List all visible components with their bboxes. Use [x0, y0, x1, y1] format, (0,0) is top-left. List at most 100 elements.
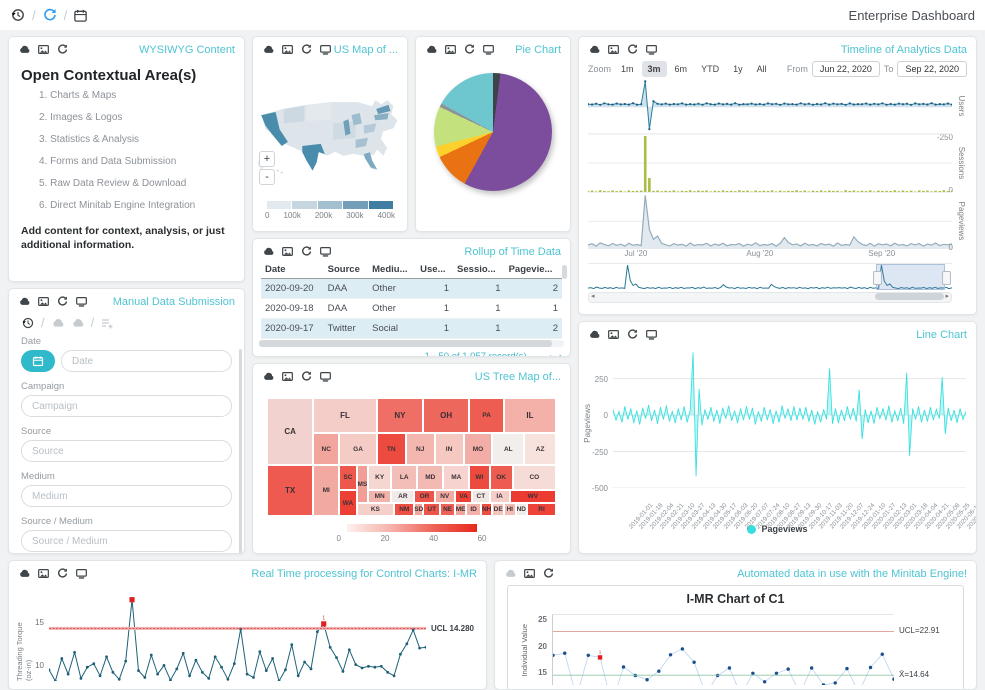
cloud-download-icon[interactable] — [71, 316, 85, 330]
panel-title[interactable]: Timeline of Analytics Data — [841, 44, 967, 56]
cloud-icon[interactable] — [262, 245, 275, 258]
navigator-right-handle[interactable] — [942, 271, 951, 285]
timeline-scrollbar[interactable]: ◂ ▸ — [588, 292, 952, 303]
treemap-tile-mo[interactable]: MO — [464, 433, 493, 465]
monitor-icon[interactable] — [645, 43, 658, 56]
zoom-button-all[interactable]: All — [751, 61, 773, 77]
treemap-tile-oh[interactable]: OH — [423, 398, 469, 433]
form-scrollbar[interactable] — [239, 349, 242, 554]
zoom-button-6m[interactable]: 6m — [669, 61, 694, 77]
monitor-icon[interactable] — [319, 370, 332, 383]
image-icon[interactable] — [281, 43, 294, 56]
image-icon[interactable] — [281, 370, 294, 383]
treemap-tile-in[interactable]: IN — [435, 433, 464, 465]
treemap-tile-ks[interactable]: KS — [357, 503, 395, 516]
treemap-tile-mn[interactable]: MN — [368, 490, 391, 503]
cloud-icon[interactable] — [504, 567, 517, 580]
treemap-tile-ma[interactable]: MA — [443, 465, 469, 490]
from-date-input[interactable]: Jun 22, 2020 — [812, 61, 880, 77]
treemap-tile-tn[interactable]: TN — [377, 433, 406, 465]
scroll-right-icon[interactable]: ▸ — [945, 292, 949, 301]
panel-title[interactable]: Automated data in use with the Minitab E… — [737, 568, 967, 580]
treemap-tile-ar[interactable]: AR — [391, 490, 414, 503]
map-zoom-in-button[interactable]: + — [259, 151, 275, 167]
monitor-icon[interactable] — [482, 43, 495, 56]
refresh-icon[interactable] — [300, 43, 313, 56]
treemap-tile-wi[interactable]: WI — [469, 465, 489, 490]
cloud-icon[interactable] — [425, 43, 438, 56]
source-medium-input[interactable] — [21, 530, 232, 552]
treemap-tile-ga[interactable]: GA — [339, 433, 377, 465]
image-icon[interactable] — [37, 295, 50, 308]
column-header[interactable]: Pagevie... — [505, 261, 562, 279]
medium-input[interactable] — [21, 485, 232, 507]
cloud-icon[interactable] — [262, 43, 275, 56]
monitor-icon[interactable] — [319, 43, 332, 56]
monitor-icon[interactable] — [75, 295, 88, 308]
refresh-icon[interactable] — [56, 43, 69, 56]
monitor-icon[interactable] — [319, 245, 332, 258]
source-input[interactable] — [21, 440, 232, 462]
treemap-tile-ny[interactable]: NY — [377, 398, 423, 433]
treemap-tile-or[interactable]: OR — [414, 490, 434, 503]
table-vertical-scrollbar[interactable] — [562, 265, 567, 279]
date-picker-button[interactable] — [21, 350, 55, 372]
image-icon[interactable] — [607, 328, 620, 341]
treemap-tile-wa[interactable]: WA — [339, 490, 356, 516]
treemap-tile-az[interactable]: AZ — [524, 433, 556, 465]
refresh-icon[interactable] — [626, 43, 639, 56]
treemap-tile-me[interactable]: ME — [455, 503, 467, 516]
treemap-tile-id[interactable]: ID — [466, 503, 480, 516]
panel-title[interactable]: WYSIWYG Content — [139, 44, 235, 56]
to-date-input[interactable]: Sep 22, 2020 — [897, 61, 967, 77]
cloud-icon[interactable] — [588, 328, 601, 341]
panel-title[interactable]: Real Time processing for Control Charts:… — [251, 568, 477, 580]
treemap-tile-ky[interactable]: KY — [368, 465, 391, 490]
navigator-selection[interactable] — [876, 264, 945, 290]
treemap-tile-nd[interactable]: ND — [516, 503, 528, 516]
treemap-tile-va[interactable]: VA — [455, 490, 472, 503]
refresh-icon[interactable] — [463, 43, 476, 56]
date-input[interactable] — [61, 350, 232, 372]
treemap-tile-nc[interactable]: NC — [313, 433, 339, 465]
treemap-tile-ct[interactable]: CT — [472, 490, 489, 503]
panel-title[interactable]: Rollup of Time Data — [464, 246, 561, 258]
map-zoom-out-button[interactable]: - — [259, 169, 275, 185]
treemap-tile-de[interactable]: DE — [492, 503, 504, 516]
treemap-tile-hi[interactable]: HI — [504, 503, 516, 516]
scroll-left-icon[interactable]: ◂ — [591, 292, 595, 301]
image-icon[interactable] — [523, 567, 536, 580]
refresh-icon[interactable] — [56, 295, 69, 308]
image-icon[interactable] — [37, 43, 50, 56]
image-icon[interactable] — [607, 43, 620, 56]
treemap-tile-ca[interactable]: CA — [267, 398, 313, 465]
treemap-tile-ne[interactable]: NE — [440, 503, 454, 516]
zoom-button-ytd[interactable]: YTD — [695, 61, 725, 77]
refresh-icon[interactable] — [626, 328, 639, 341]
treemap-tile-pa[interactable]: PA — [469, 398, 504, 433]
treemap-tile-nh[interactable]: NH — [481, 503, 493, 516]
monitor-icon[interactable] — [75, 567, 88, 580]
zoom-button-1m[interactable]: 1m — [615, 61, 640, 77]
pie-chart[interactable] — [434, 73, 552, 191]
history-icon[interactable] — [21, 316, 35, 330]
panel-title[interactable]: Line Chart — [916, 329, 967, 341]
us-treemap[interactable]: CATXFLNYOHPAILNCGATNNJINMOALAZMISCWAMSKY… — [267, 398, 556, 516]
cloud-icon[interactable] — [18, 43, 31, 56]
history-icon[interactable] — [10, 7, 26, 23]
treemap-tile-md[interactable]: MD — [417, 465, 443, 490]
treemap-tile-mi[interactable]: MI — [313, 465, 339, 516]
treemap-tile-ut[interactable]: UT — [423, 503, 440, 516]
panel-title[interactable]: US Map of ... — [334, 44, 398, 56]
zoom-button-3m[interactable]: 3m — [642, 61, 667, 77]
column-header[interactable]: Mediu... — [368, 261, 416, 279]
panel-title[interactable]: Pie Chart — [515, 44, 561, 56]
timeline-navigator[interactable] — [588, 263, 952, 290]
treemap-tile-al[interactable]: AL — [492, 433, 524, 465]
treemap-tile-ok[interactable]: OK — [490, 465, 513, 490]
panel-title[interactable]: Manual Data Submission — [113, 296, 235, 308]
table-row[interactable]: 2020-09-20DAAOther112 — [261, 279, 562, 299]
treemap-tile-la[interactable]: LA — [391, 465, 417, 490]
cloud-upload-icon[interactable] — [51, 316, 65, 330]
image-icon[interactable] — [37, 567, 50, 580]
